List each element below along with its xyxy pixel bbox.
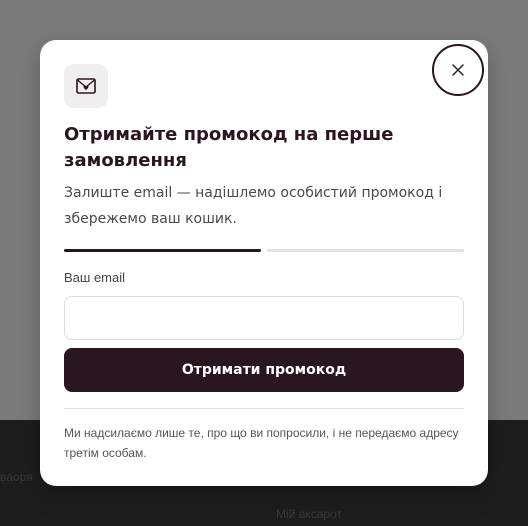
- privacy-note: Ми надсилаємо лише те, про що ви попроси…: [64, 426, 459, 460]
- footer-link: Мій аксарот: [276, 507, 343, 521]
- close-button[interactable]: [432, 44, 484, 96]
- email-label: Ваш email: [64, 270, 126, 285]
- promo-modal: Отримайте промокод на перше замовлення З…: [40, 40, 488, 486]
- footer-text: ваоря: [0, 470, 33, 484]
- step-progress: [64, 249, 464, 252]
- close-icon: [452, 64, 464, 76]
- modal-title: Отримайте промокод на перше замовлення: [64, 124, 394, 171]
- email-field[interactable]: [64, 296, 464, 340]
- progress-step-1: [64, 249, 261, 252]
- get-promo-button[interactable]: Отримати промокод: [64, 348, 464, 392]
- modal-subtitle: Залиште email — надішлемо особистий пром…: [64, 185, 443, 227]
- envelope-heart-icon: [64, 64, 108, 108]
- progress-step-2: [267, 249, 464, 252]
- divider: [64, 408, 464, 409]
